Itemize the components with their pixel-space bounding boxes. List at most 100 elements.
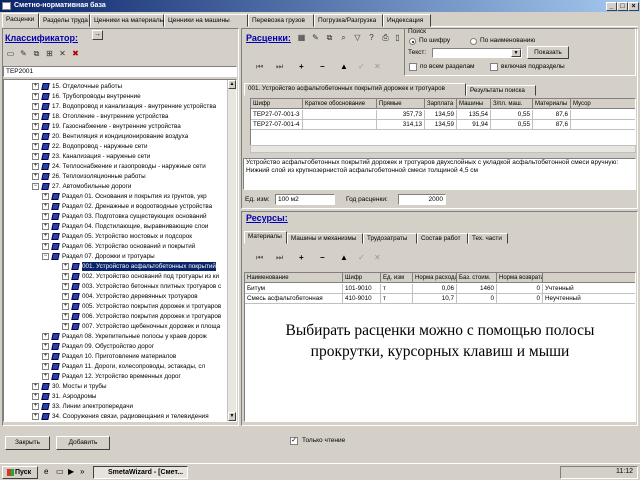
- table-cell[interactable]: 10,7: [413, 294, 457, 304]
- res-last-icon[interactable]: ⏭: [276, 253, 283, 263]
- remove-icon[interactable]: −: [320, 62, 325, 71]
- tree-node[interactable]: +24. Теплоснабжение и газопроводы - нару…: [4, 162, 229, 171]
- tree-node[interactable]: + Раздел 04. Подстилающие, выравнивающие …: [4, 222, 229, 231]
- delete-icon[interactable]: ✕: [57, 48, 68, 59]
- table-cell[interactable]: [571, 120, 635, 130]
- expand-icon[interactable]: +: [32, 123, 39, 130]
- tree-node[interactable]: + Раздел 12. Устройство временных дорог: [4, 372, 229, 381]
- column-header[interactable]: Машины: [457, 99, 491, 109]
- table-cell[interactable]: 0: [497, 284, 543, 294]
- expand-icon[interactable]: +: [32, 393, 39, 400]
- expand-icon[interactable]: +: [32, 103, 39, 110]
- expand-icon[interactable]: +: [32, 413, 39, 420]
- by-code-radio[interactable]: [409, 38, 416, 45]
- search-dropdown-icon[interactable]: ▼: [511, 49, 521, 57]
- column-header[interactable]: Шифр: [343, 273, 381, 283]
- maximize-icon[interactable]: □: [617, 2, 628, 11]
- column-header[interactable]: Материалы: [533, 99, 571, 109]
- tree-node[interactable]: − 27. Автомобильные дороги: [4, 182, 229, 191]
- tree-node[interactable]: +001. Устройство асфальтобетонных покрыт…: [4, 262, 229, 271]
- expand-icon[interactable]: +: [32, 403, 39, 410]
- res-confirm-icon[interactable]: ✓: [358, 253, 365, 262]
- tree-node[interactable]: + Раздел 09. Обустройство дорог: [4, 342, 229, 351]
- table-cell[interactable]: 0,55: [491, 120, 533, 130]
- tree-node[interactable]: +19. Газоснабжение - внутренние устройст…: [4, 122, 229, 131]
- tree-node[interactable]: +33. Линии электропередачи: [4, 402, 229, 411]
- quicklaunch-media-icon[interactable]: ▶: [68, 467, 74, 476]
- expand-icon[interactable]: +: [42, 353, 49, 360]
- tree-node[interactable]: +15. Отделочные работы: [4, 82, 229, 91]
- page-icon[interactable]: ▯: [392, 32, 403, 43]
- tree-node[interactable]: +006. Устройство покрытия дорожек и трот…: [4, 312, 229, 321]
- expand-icon[interactable]: +: [32, 143, 39, 150]
- tree-node[interactable]: + Раздел 05. Устройство мостовых и подсор…: [4, 232, 229, 241]
- tab-labor-costs[interactable]: Трудозатраты: [363, 233, 417, 244]
- expand-icon[interactable]: +: [32, 383, 39, 390]
- expand-icon[interactable]: +: [62, 323, 69, 330]
- tab-current-group[interactable]: 001. Устройство асфальтобетонных покрыти…: [244, 83, 466, 96]
- by-name-radio[interactable]: [470, 38, 477, 45]
- res-remove-icon[interactable]: −: [320, 253, 325, 262]
- tree-node[interactable]: +18. Отопление - внутренние устройства: [4, 112, 229, 121]
- tab-material-prices[interactable]: Ценники на материалы: [90, 14, 164, 27]
- base-selector[interactable]: ТЕР2001: [3, 66, 237, 77]
- tree-scrollbar[interactable]: ▲ ▼: [227, 80, 236, 421]
- column-header[interactable]: Норма расхода: [413, 273, 457, 283]
- collapse-icon[interactable]: −: [42, 253, 49, 260]
- expand-icon[interactable]: +: [32, 153, 39, 160]
- confirm-icon[interactable]: ✓: [358, 62, 365, 71]
- tab-search-results[interactable]: Результаты поиска: [466, 85, 536, 96]
- scroll-down-icon[interactable]: ▼: [228, 412, 236, 421]
- table-cell[interactable]: 410-9010: [343, 294, 381, 304]
- table-cell[interactable]: 0,55: [491, 110, 533, 120]
- add-icon[interactable]: +: [299, 62, 304, 71]
- up-icon[interactable]: ▲: [340, 62, 348, 71]
- table-cell[interactable]: 357,73: [377, 110, 425, 120]
- column-header[interactable]: Баз. стоим.: [457, 273, 497, 283]
- close-icon[interactable]: ×: [628, 2, 639, 11]
- table-cell[interactable]: т: [381, 284, 413, 294]
- first-icon[interactable]: ⏮: [256, 62, 263, 72]
- scroll-up-icon[interactable]: ▲: [228, 80, 236, 89]
- res-up-icon[interactable]: ▲: [340, 253, 348, 262]
- tab-loading[interactable]: Погрузка/Разгрузка: [314, 14, 383, 27]
- expand-icon[interactable]: +: [42, 243, 49, 250]
- expand-icon[interactable]: +: [42, 213, 49, 220]
- tree-node[interactable]: − Раздел 07. Дорожки и тротуары: [4, 252, 229, 261]
- tree-node[interactable]: +007. Устройство щебеночных дорожек и пл…: [4, 322, 229, 331]
- tree-node[interactable]: +002. Устройство оснований под тротуары …: [4, 272, 229, 281]
- rates-table[interactable]: Шифр Краткое обоснование Прямые Зарплата Маш…: [250, 98, 636, 146]
- tree-node[interactable]: +34. Сооружения связи, радиовещания и те…: [4, 412, 229, 421]
- tree-node[interactable]: + Раздел 10. Приготовление материалов: [4, 352, 229, 361]
- column-header[interactable]: Норма возврата: [497, 273, 543, 283]
- print-icon[interactable]: ⎙: [380, 32, 391, 43]
- tree-node[interactable]: + Раздел 02. Дренажные и водоотводные уст…: [4, 202, 229, 211]
- tree-node[interactable]: +26. Теплоизоляционные работы: [4, 172, 229, 181]
- table-cell[interactable]: ТЕР27-07-001-3: [251, 110, 303, 120]
- expand-icon[interactable]: +: [62, 263, 69, 270]
- expand-icon[interactable]: +: [32, 163, 39, 170]
- expand-icon[interactable]: +: [42, 223, 49, 230]
- edit-icon[interactable]: ✎: [18, 48, 29, 59]
- include-subsections-checkbox[interactable]: [490, 63, 498, 71]
- table-cell[interactable]: ТЕР27-07-001-4: [251, 120, 303, 130]
- tree-node[interactable]: +22. Водопровод - наружные сети: [4, 142, 229, 151]
- copy-rate-icon[interactable]: ⧉: [324, 32, 335, 43]
- tree-node[interactable]: +16. Трубопроводы внутренние: [4, 92, 229, 101]
- expand-icon[interactable]: +: [42, 363, 49, 370]
- tab-cargo[interactable]: Перевозка грузов: [248, 14, 314, 27]
- question-icon[interactable]: ?: [366, 32, 377, 43]
- quicklaunch-desktop-icon[interactable]: ▭: [56, 467, 64, 476]
- column-header[interactable]: [543, 273, 635, 283]
- search-input[interactable]: [432, 48, 522, 58]
- tab-tech-parts[interactable]: Тех. части: [468, 233, 508, 244]
- table-icon[interactable]: ▦: [296, 32, 307, 43]
- new-icon[interactable]: ▭: [5, 48, 16, 59]
- column-header[interactable]: Ед. изм: [381, 273, 413, 283]
- expand-icon[interactable]: +: [62, 293, 69, 300]
- last-icon[interactable]: ⏭: [276, 62, 283, 72]
- expand-icon[interactable]: +: [62, 273, 69, 280]
- table-cell[interactable]: 101-9010: [343, 284, 381, 294]
- tree-node[interactable]: + Раздел 11. Дороги, колесопроводы, эстак…: [4, 362, 229, 371]
- res-add-icon[interactable]: +: [299, 253, 304, 262]
